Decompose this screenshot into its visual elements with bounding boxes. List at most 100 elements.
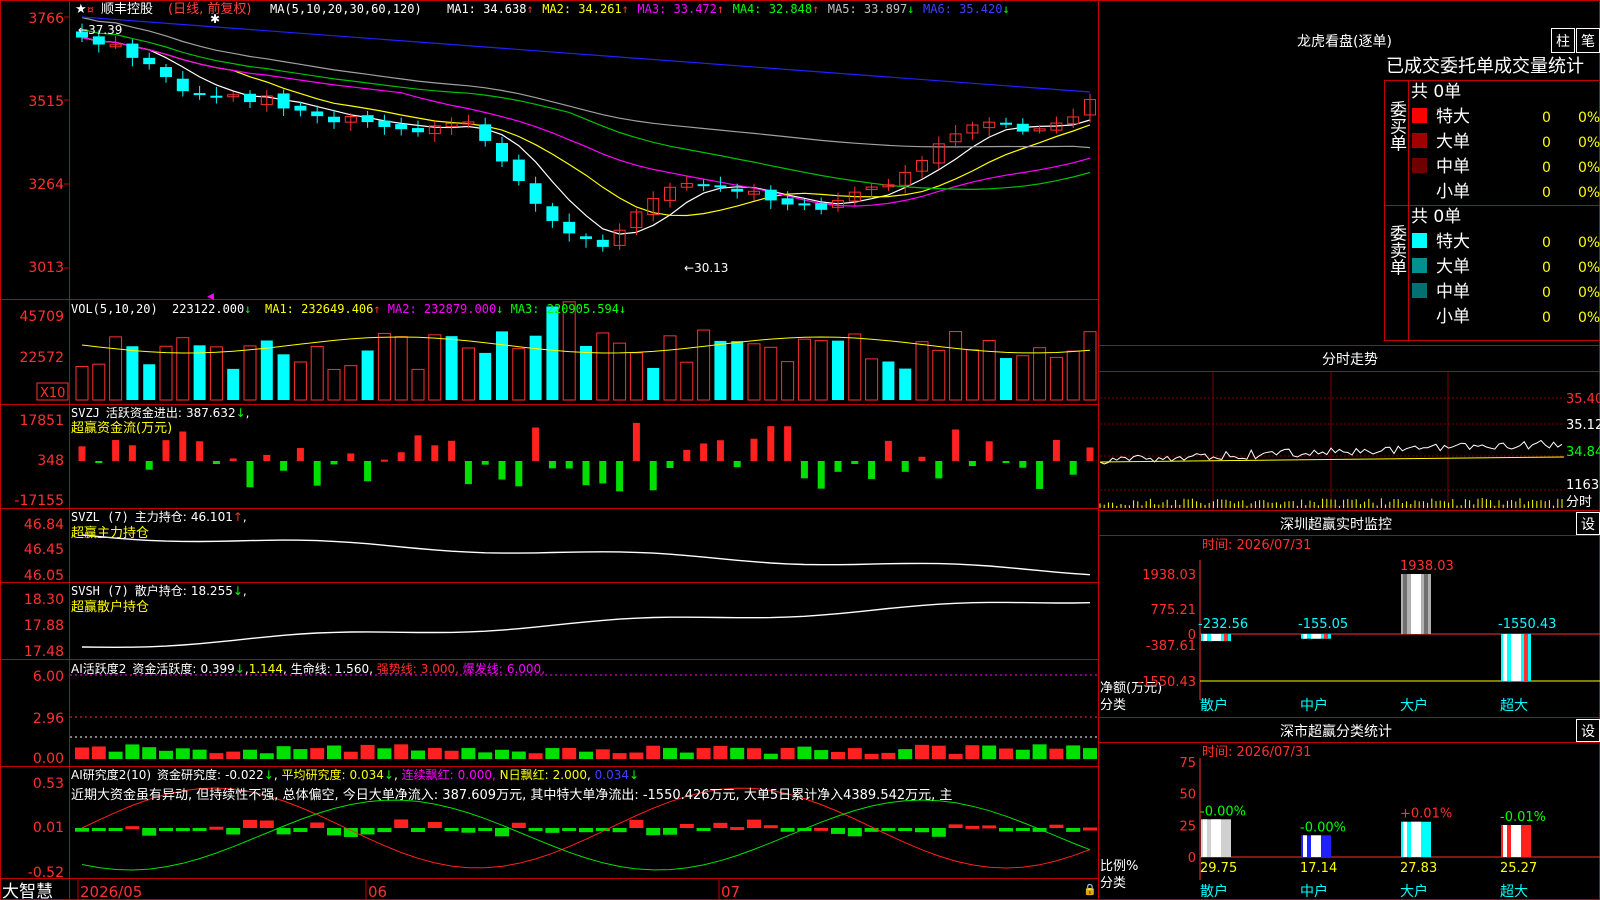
sz-monitor-settings-button[interactable]: 设 [1576, 512, 1600, 535]
activity-bar [461, 748, 476, 759]
volume-bar [848, 333, 862, 401]
dragon-tiger-title: 龙虎看盘(逐单) [1297, 33, 1392, 50]
volume-bar [227, 368, 240, 400]
activity-bar [881, 752, 896, 759]
ma-value: MA4: 32.848↑ [733, 2, 820, 16]
activity-bar [209, 753, 224, 759]
volume-bar [143, 364, 156, 400]
fund-flow-bar [784, 426, 792, 461]
volume-bar [159, 345, 173, 401]
order-size-swatch [1412, 233, 1427, 248]
research-bar [461, 828, 476, 833]
activity-bar [831, 751, 845, 759]
volume-value: 223122.000↓ [172, 302, 251, 316]
candle-body [798, 203, 811, 206]
research-bar [209, 826, 224, 830]
sz-monitor-tick: 1938.03 [1142, 568, 1196, 583]
activity-bar [411, 750, 425, 759]
activity-bar [595, 749, 610, 759]
order-size-count: 0 [1542, 260, 1551, 276]
research-bar [1066, 828, 1081, 832]
buy-side-text: 委买单 [1386, 100, 1407, 151]
ma-line [81, 36, 1091, 235]
favorite-star-icon[interactable]: ★ [75, 2, 87, 17]
pen-mode-button[interactable]: 笔 [1576, 28, 1600, 53]
fund-flow-bar [95, 461, 103, 464]
order-size-label: 大单 [1436, 257, 1470, 277]
activity-bar [814, 750, 829, 759]
svg-text:笔: 笔 [1581, 34, 1595, 50]
fund-flow-bar [733, 461, 741, 468]
sz-class-axis-title: 比例% [1100, 859, 1138, 874]
brand-logo: 大智慧 [2, 882, 53, 900]
sz-monitor-tick: -1550.43 [1138, 675, 1196, 690]
order-size-swatch [1412, 183, 1427, 198]
price-axis: 3766 3515 3264 3013 [28, 11, 64, 276]
research-bar [1015, 828, 1030, 831]
activity-bar [108, 751, 123, 759]
activity-bar [478, 752, 493, 759]
svzl-title: SVZL (7) 主力持仓: 46.101↑, [71, 509, 247, 524]
sz-class-delta-label: -0.00% [1200, 804, 1246, 819]
bar-mode-button[interactable]: 柱 [1551, 28, 1575, 53]
research-bar [763, 825, 778, 829]
activity-bar [1049, 748, 1064, 759]
volume-bar [243, 345, 257, 401]
sz-class-tick: 75 [1179, 756, 1196, 771]
event-marker-icon[interactable]: ✱ [210, 12, 220, 26]
candle-body [126, 43, 139, 58]
research-bar [831, 828, 845, 834]
fund-flow-bar [683, 449, 691, 461]
moving-average-lines [81, 16, 1091, 235]
fund-flow-bar [212, 461, 220, 465]
research-bar [780, 828, 795, 832]
info-marker-icon[interactable]: ◀ [207, 292, 214, 302]
activity-bar [898, 749, 913, 759]
ai-active-axis: 6.00 2.96 0.00 [33, 669, 64, 767]
price-tick: 3515 [28, 94, 64, 110]
high-price-marker: ←37.39 [78, 23, 122, 37]
order-size-swatch [1412, 108, 1427, 123]
activity-bar [982, 745, 997, 759]
volume-tick: 22572 [19, 350, 64, 366]
activity-bar [142, 747, 157, 759]
candle-body [277, 93, 290, 109]
volume-bar [361, 350, 374, 400]
svg-text:设: 设 [1581, 724, 1595, 740]
order-size-label: 中单 [1436, 282, 1470, 302]
fund-flow-bar [918, 456, 926, 461]
fund-flow-bar [565, 461, 573, 469]
fund-flow-bar [599, 461, 607, 484]
volume-bar [731, 341, 744, 400]
volume-bar [663, 335, 677, 401]
lock-icon[interactable]: 🔒 [1083, 883, 1097, 896]
fund-flow-bar [179, 431, 187, 461]
fund-flow-bar [1086, 447, 1094, 461]
research-bar [310, 822, 325, 828]
fund-flow-bar [1002, 461, 1010, 463]
ai-research-tick: -0.52 [28, 865, 64, 881]
research-bar [528, 828, 543, 831]
candle-body [160, 67, 172, 78]
activity-bar [780, 747, 795, 759]
sz-monitor-axis-category: 分类 [1100, 698, 1126, 713]
ma-params: MA(5,10,20,30,60,120) [270, 2, 422, 16]
ma-line [81, 36, 1091, 207]
sz-class-bar [1401, 821, 1431, 857]
svsh-axis: 18.30 17.88 17.48 [24, 592, 64, 660]
volume-bar [1016, 355, 1030, 401]
volume-bar [310, 345, 324, 401]
volume-bar [260, 340, 273, 400]
order-size-count: 0 [1542, 135, 1551, 151]
ai-research-tick: 0.53 [33, 776, 64, 792]
sz-class-settings-button[interactable]: 设 [1576, 719, 1600, 742]
fund-flow-bar [229, 458, 237, 461]
flag-icon: ¤ [87, 3, 94, 16]
research-bar [495, 828, 509, 837]
svzj-title: SVZJ 活跃资金进出: 387.632↓, [71, 405, 249, 420]
price-axis-ticks [64, 16, 69, 269]
order-size-pct: 0% [1578, 235, 1600, 251]
research-bar [394, 819, 409, 828]
volume-bar [293, 361, 307, 401]
volume-params: VOL(5,10,20) [71, 302, 158, 316]
